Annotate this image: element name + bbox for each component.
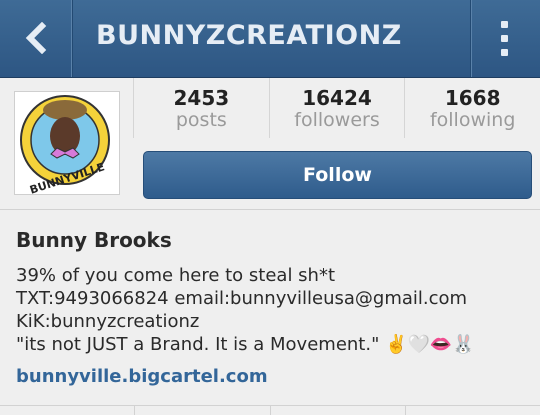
- more-dots-icon: [501, 21, 508, 28]
- top-bar: BUNNYZCREATIONZ: [0, 0, 540, 78]
- stat-followers[interactable]: 16424 followers: [268, 78, 405, 138]
- bio-line: "its not JUST a Brand. It is a Movement.…: [16, 334, 475, 355]
- profile-bio: Bunny Brooks 39% of you come here to ste…: [16, 228, 536, 387]
- more-options-button[interactable]: [470, 0, 540, 77]
- stat-following[interactable]: 1668 following: [404, 78, 540, 138]
- chevron-left-icon: [25, 22, 47, 54]
- follow-button[interactable]: Follow: [143, 151, 532, 199]
- profile-username-title: BUNNYZCREATIONZ: [96, 20, 402, 51]
- back-button[interactable]: [0, 0, 73, 77]
- bio-line: TXT:9493066824 email:bunnyvilleusa@gmail…: [16, 288, 468, 309]
- divider: [0, 209, 540, 210]
- profile-name: Bunny Brooks: [16, 228, 172, 252]
- tagged-view-tab[interactable]: [404, 405, 540, 415]
- bio-line: 39% of you come here to steal sh*t: [16, 265, 336, 286]
- stat-posts[interactable]: 2453 posts: [133, 78, 269, 138]
- profile-stats: 2453 posts 16424 followers 1668 followin…: [133, 78, 540, 138]
- map-view-tab[interactable]: [269, 405, 405, 415]
- list-view-tab[interactable]: [134, 405, 270, 415]
- website-link[interactable]: bunnyville.bigcartel.com: [16, 366, 536, 387]
- bio-line: KiK:bunnyzcreationz: [16, 311, 200, 332]
- grid-view-tab[interactable]: [0, 405, 135, 415]
- view-toggle-bar: [0, 405, 540, 415]
- avatar[interactable]: BUNNYVILLE: [14, 91, 120, 195]
